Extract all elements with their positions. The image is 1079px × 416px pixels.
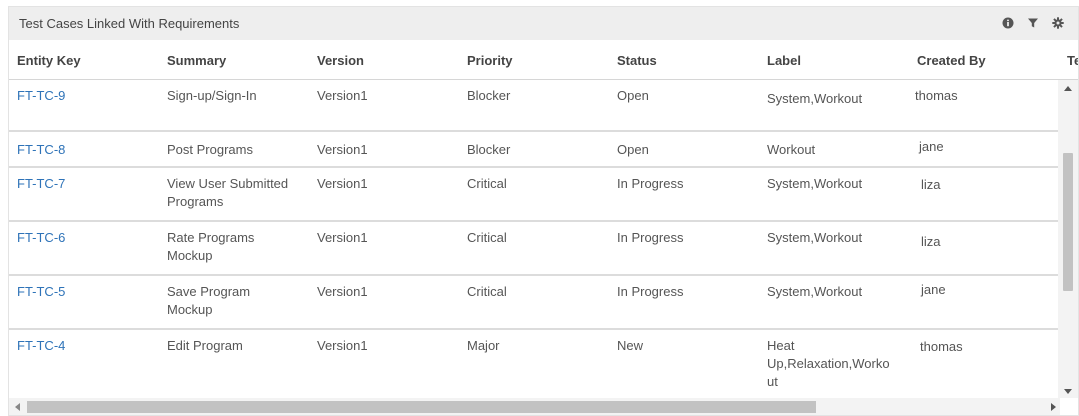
column-header-summary[interactable]: Summary	[167, 53, 226, 68]
status-cell: Open	[617, 142, 649, 157]
table-header: Entity Key Summary Version Priority Stat…	[9, 40, 1078, 80]
priority-cell: Blocker	[467, 88, 511, 103]
status-cell: New	[617, 338, 644, 353]
test-cases-panel: Test Cases Linked With Requirements Enti…	[8, 6, 1079, 416]
entity-key-link[interactable]: FT-TC-9	[17, 87, 65, 105]
created-by-cell: liza	[921, 177, 941, 192]
table-row[interactable]: FT-TC-4 Edit Program Version1 Major New …	[9, 330, 1060, 398]
status-cell: In Progress	[617, 176, 684, 191]
column-header-created-by[interactable]: Created By	[917, 53, 986, 68]
table-row[interactable]: FT-TC-7 View User Submitted Programs Ver…	[9, 168, 1060, 222]
priority-cell: Blocker	[467, 142, 511, 157]
summary-cell: Edit Program	[167, 338, 243, 353]
created-by-cell: thomas	[915, 88, 958, 103]
entity-key-link[interactable]: FT-TC-6	[17, 229, 65, 247]
filter-icon[interactable]	[1026, 16, 1039, 30]
summary-cell: Save Program Mockup	[167, 284, 251, 317]
entity-key-link[interactable]: FT-TC-7	[17, 175, 65, 193]
summary-cell: Sign-up/Sign-In	[167, 88, 257, 103]
table-row[interactable]: FT-TC-6 Rate Programs Mockup Version1 Cr…	[9, 222, 1060, 276]
summary-cell: Rate Programs Mockup	[167, 230, 255, 263]
summary-cell: View User Submitted Programs	[167, 176, 289, 209]
version-cell: Version1	[317, 284, 368, 299]
panel-header: Test Cases Linked With Requirements	[9, 7, 1078, 40]
column-header-priority[interactable]: Priority	[467, 53, 513, 68]
panel-title: Test Cases Linked With Requirements	[19, 16, 240, 31]
version-cell: Version1	[317, 176, 368, 191]
column-header-version[interactable]: Version	[317, 53, 364, 68]
table-row[interactable]: FT-TC-5 Save Program Mockup Version1 Cri…	[9, 276, 1060, 330]
table-row[interactable]: FT-TC-8 Post Programs Version1 Blocker O…	[9, 132, 1060, 168]
vertical-scroll-thumb[interactable]	[1063, 153, 1073, 291]
created-by-cell: thomas	[920, 339, 963, 354]
scroll-up-arrow-icon[interactable]	[1064, 86, 1072, 91]
horizontal-scroll-thumb[interactable]	[27, 401, 816, 413]
version-cell: Version1	[317, 338, 368, 353]
label-cell: Heat Up,Relaxation,Worko ut	[767, 338, 890, 389]
scroll-left-arrow-icon[interactable]	[15, 403, 20, 411]
scroll-right-arrow-icon[interactable]	[1051, 403, 1056, 411]
version-cell: Version1	[317, 142, 368, 157]
priority-cell: Major	[467, 338, 500, 353]
gear-icon[interactable]	[1051, 16, 1064, 30]
column-header-status[interactable]: Status	[617, 53, 657, 68]
label-cell: Workout	[767, 142, 816, 157]
status-cell: Open	[617, 88, 649, 103]
label-cell: System,Workout	[767, 230, 863, 245]
horizontal-scrollbar[interactable]	[9, 398, 1060, 415]
table-row[interactable]: FT-TC-9 Sign-up/Sign-In Version1 Blocker…	[9, 80, 1060, 132]
column-header-entity-key[interactable]: Entity Key	[17, 53, 81, 68]
summary-cell: Post Programs	[167, 142, 253, 157]
created-by-cell: liza	[921, 234, 941, 249]
version-cell: Version1	[317, 88, 368, 103]
created-by-cell: jane	[921, 282, 946, 297]
label-cell: System,Workout	[767, 176, 863, 191]
label-cell: System,Workout	[767, 284, 863, 299]
status-cell: In Progress	[617, 230, 684, 245]
column-header-label[interactable]: Label	[767, 53, 801, 68]
priority-cell: Critical	[467, 230, 507, 245]
status-cell: In Progress	[617, 284, 684, 299]
priority-cell: Critical	[467, 284, 507, 299]
table-body: FT-TC-9 Sign-up/Sign-In Version1 Blocker…	[9, 80, 1060, 398]
column-header-truncated[interactable]: Te	[1067, 53, 1078, 68]
entity-key-link[interactable]: FT-TC-4	[17, 337, 65, 355]
scroll-down-arrow-icon[interactable]	[1064, 389, 1072, 394]
panel-header-icons	[1001, 16, 1064, 30]
entity-key-link[interactable]: FT-TC-5	[17, 283, 65, 301]
entity-key-link[interactable]: FT-TC-8	[17, 141, 65, 159]
vertical-scrollbar[interactable]	[1058, 80, 1078, 398]
priority-cell: Critical	[467, 176, 507, 191]
created-by-cell: jane	[919, 139, 944, 154]
info-icon[interactable]	[1001, 16, 1014, 30]
version-cell: Version1	[317, 230, 368, 245]
label-cell: System,Workout	[767, 91, 863, 106]
